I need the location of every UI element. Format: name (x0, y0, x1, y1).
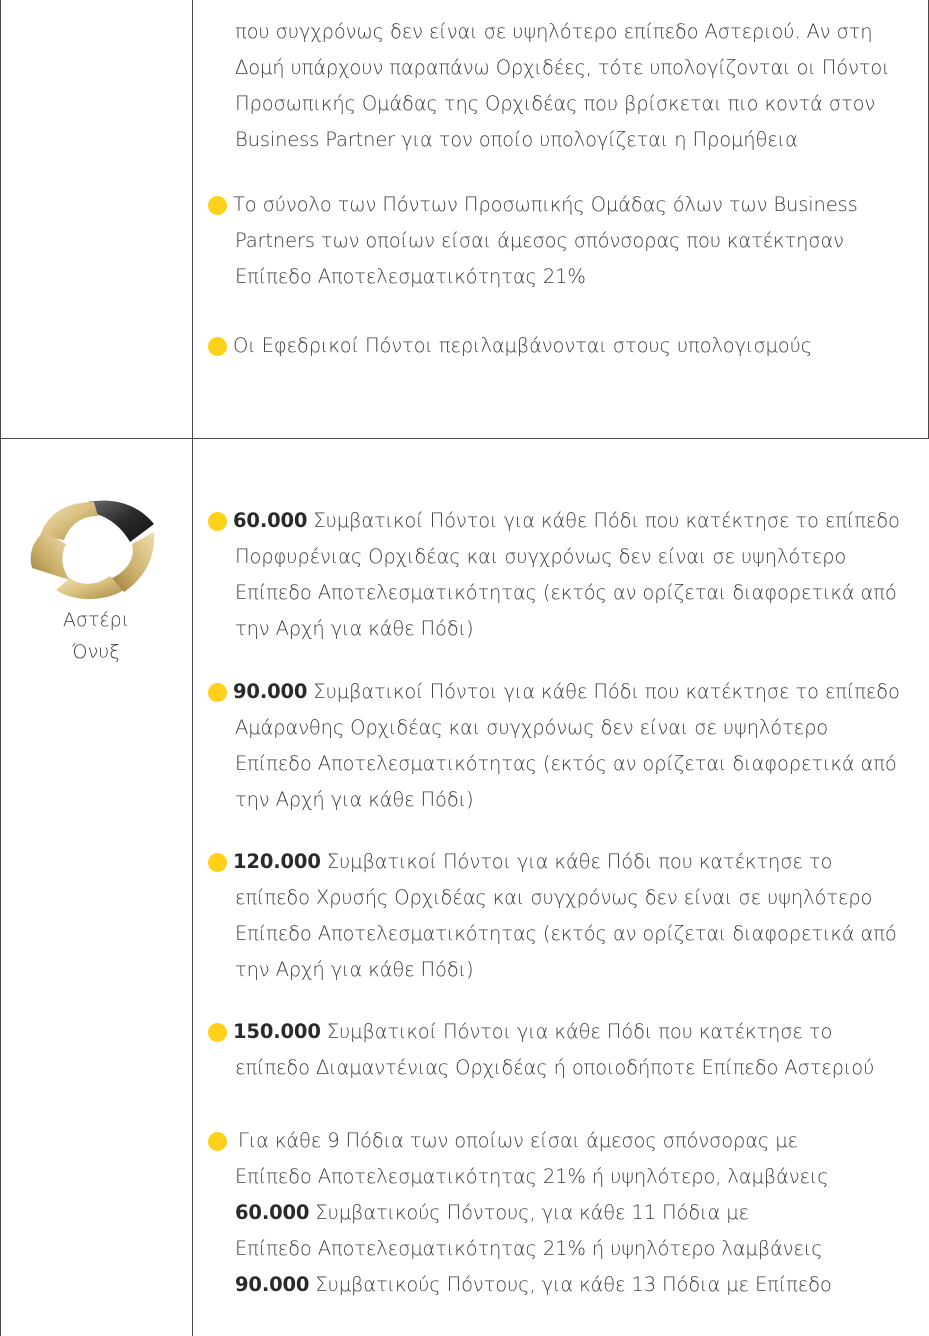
points-value: 60.000 (233, 509, 308, 532)
bullet-90000-points: 90.000 Συμβατικοί Πόντοι για κάθε Πόδι π… (233, 674, 900, 710)
bullet-150000-points: 150.000 Συμβατικοί Πόντοι για κάθε Πόδι … (233, 1014, 832, 1050)
text-line: Επίπεδο Αποτελεσματικότητας (εκτός αν ορ… (235, 922, 897, 945)
text-line: που συγχρόνως δεν είναι σε υψηλότερο επί… (235, 20, 873, 43)
text-line: επίπεδο Διαμαντένιας Ορχιδέας ή οποιοδήπ… (235, 1056, 875, 1079)
star-level-label: Αστέρι Όνυξ (16, 604, 176, 668)
text-line: Το σύνολο των Πόντων Προσωπικής Ομάδας ό… (233, 193, 858, 216)
bullet-150000-points-cont: επίπεδο Διαμαντένιας Ορχιδέας ή οποιοδήπ… (235, 1050, 874, 1086)
document-page: που συγχρόνως δεν είναι σε υψηλότερο επί… (0, 0, 929, 1336)
text-line: την Αρχή για κάθε Πόδι) (235, 617, 474, 640)
text-line: την Αρχή για κάθε Πόδι) (235, 788, 474, 811)
bullet-text: Συμβατικοί Πόντοι για κάθε Πόδι που κατέ… (320, 1020, 833, 1043)
bullet-dot-icon (208, 337, 227, 356)
star-label-line: Όνυξ (72, 641, 120, 663)
bullet-text: Συμβατικούς Πόντους, για κάθε 11 Πόδια μ… (309, 1201, 749, 1224)
text-line: Business Partner για τον οποίο υπολογίζε… (235, 128, 798, 151)
bullet-legs-sponsorship-cont: Επίπεδο Αποτελεσματικότητας 21% ή υψηλότ… (235, 1159, 832, 1303)
bullet-dot-icon (208, 512, 227, 531)
bullet-dot-icon (208, 1023, 227, 1042)
text-line: Πορφυρένιας Ορχιδέας και συγχρόνως δεν ε… (235, 545, 847, 568)
bullet-60000-points: 60.000 Συμβατικοί Πόντοι για κάθε Πόδι π… (233, 503, 900, 539)
points-value: 150.000 (233, 1020, 321, 1043)
continuation-paragraph: που συγχρόνως δεν είναι σε υψηλότερο επί… (235, 14, 890, 158)
bullet-text: Συμβατικοί Πόντοι για κάθε Πόδι που κατέ… (320, 850, 833, 873)
bullet-personal-team-points-cont: Partners των οποίων είσαι άμεσος σπόνσορ… (235, 223, 844, 295)
table-column-divider (192, 0, 193, 1336)
bullet-dot-icon (208, 853, 227, 872)
text-line: Επίπεδο Αποτελεσματικότητας 21% ή υψηλότ… (235, 1165, 829, 1188)
bullet-90000-points-cont: Αμάρανθης Ορχιδέας και συγχρόνως δεν είν… (235, 710, 897, 818)
text-line: Επίπεδο Αποτελεσματικότητας (εκτός αν ορ… (235, 581, 897, 604)
text-line: Για κάθε 9 Πόδια των οποίων είσαι άμεσος… (238, 1129, 798, 1152)
points-value: 90.000 (235, 1273, 310, 1296)
bullet-text: Συμβατικοί Πόντοι για κάθε Πόδι που κατέ… (307, 680, 900, 703)
onyx-star-icon (30, 500, 155, 599)
bullet-personal-team-points: Το σύνολο των Πόντων Προσωπικής Ομάδας ό… (233, 187, 858, 223)
text-line: επίπεδο Χρυσής Ορχιδέας και συγχρόνως δε… (235, 886, 873, 909)
points-value: 90.000 (233, 680, 308, 703)
points-value: 60.000 (235, 1201, 310, 1224)
bullet-text: Συμβατικούς Πόντους, για κάθε 13 Πόδια μ… (309, 1273, 832, 1296)
bullet-legs-sponsorship: Για κάθε 9 Πόδια των οποίων είσαι άμεσος… (238, 1123, 798, 1159)
bullet-dot-icon (208, 1132, 227, 1151)
text-line: Δομή υπάρχουν παραπάνω Ορχιδέες, τότε υπ… (235, 56, 890, 79)
bullet-120000-points: 120.000 Συμβατικοί Πόντοι για κάθε Πόδι … (233, 844, 832, 880)
text-line: Επίπεδο Αποτελεσματικότητας 21% (235, 265, 586, 288)
bullet-reserve-points: Οι Εφεδρικοί Πόντοι περιλαμβάνονται στου… (233, 328, 812, 364)
text-line: Οι Εφεδρικοί Πόντοι περιλαμβάνονται στου… (233, 334, 813, 357)
table-row-divider (0, 438, 929, 439)
points-value: 120.000 (233, 850, 321, 873)
text-line: Επίπεδο Αποτελεσματικότητας 21% ή υψηλότ… (235, 1237, 823, 1260)
bullet-120000-points-cont: επίπεδο Χρυσής Ορχιδέας και συγχρόνως δε… (235, 880, 897, 988)
bullet-60000-points-cont: Πορφυρένιας Ορχιδέας και συγχρόνως δεν ε… (235, 539, 897, 647)
text-line: Αμάρανθης Ορχιδέας και συγχρόνως δεν είν… (235, 716, 829, 739)
table-left-border (0, 0, 1, 1336)
text-line: Προσωπικής Ομάδας της Ορχιδέας που βρίσκ… (235, 92, 876, 115)
text-line: Partners των οποίων είσαι άμεσος σπόνσορ… (235, 229, 844, 252)
text-line: την Αρχή για κάθε Πόδι) (235, 958, 474, 981)
text-line: Επίπεδο Αποτελεσματικότητας (εκτός αν ορ… (235, 752, 897, 775)
bullet-text: Συμβατικοί Πόντοι για κάθε Πόδι που κατέ… (307, 509, 900, 532)
star-label-line: Αστέρι (62, 609, 130, 631)
bullet-dot-icon (208, 196, 227, 215)
bullet-dot-icon (208, 683, 227, 702)
